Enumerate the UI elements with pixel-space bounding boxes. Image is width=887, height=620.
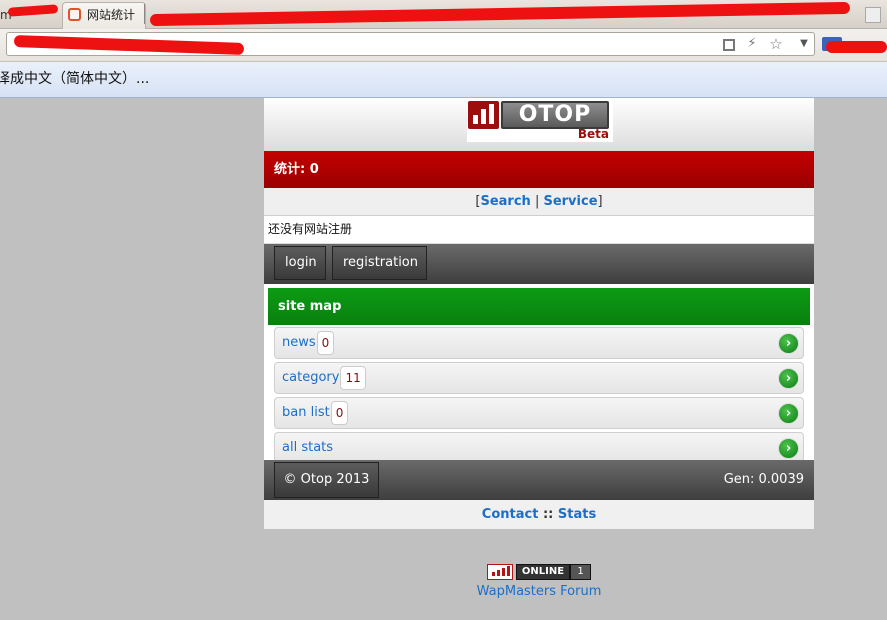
translate-infobar-text: 译成中文（简体中文）... bbox=[0, 71, 150, 87]
menu-item-label: category bbox=[282, 370, 340, 385]
site-map-header: site map bbox=[268, 288, 810, 325]
browser-toolbar: ⚡ ☆ ▼ bbox=[0, 29, 887, 62]
count-badge: 0 bbox=[316, 330, 335, 355]
site-header: OTOP Beta bbox=[264, 98, 814, 151]
search-link[interactable]: Search bbox=[480, 194, 530, 209]
logo-wordmark: OTOP bbox=[501, 101, 609, 129]
browser-tab-bar: m 网站统计 bbox=[0, 0, 887, 29]
menu-item-label: news bbox=[282, 335, 316, 350]
redaction-mark bbox=[826, 41, 887, 53]
chevron-right-icon: › bbox=[778, 438, 799, 459]
registration-button[interactable]: registration bbox=[332, 246, 427, 280]
favicon-icon bbox=[68, 8, 81, 21]
chevron-right-icon: › bbox=[778, 403, 799, 424]
generation-time: Gen: 0.0039 bbox=[723, 472, 804, 487]
link-separator: :: bbox=[538, 507, 558, 522]
logo-beta-badge: Beta bbox=[577, 127, 609, 141]
service-link[interactable]: Service bbox=[543, 194, 597, 209]
bookmark-star-icon[interactable]: ☆ bbox=[769, 37, 783, 52]
bar-chart-icon bbox=[487, 564, 513, 580]
window-control-icon[interactable] bbox=[865, 7, 881, 23]
chevron-right-icon: › bbox=[778, 333, 799, 354]
bottom-links: Contact :: Stats bbox=[264, 500, 814, 529]
no-sites-notice: 还没有网站注册 bbox=[264, 216, 814, 244]
top-links: [Search | Service] bbox=[264, 188, 814, 216]
bracket-close: ] bbox=[597, 194, 603, 209]
bar-chart-icon bbox=[468, 101, 499, 129]
login-button[interactable]: login bbox=[274, 246, 326, 280]
menu-item-news[interactable]: news 0 › bbox=[274, 327, 804, 359]
contact-link[interactable]: Contact bbox=[482, 507, 539, 522]
menu-item-label: ban list bbox=[282, 405, 330, 420]
site-logo[interactable]: OTOP Beta bbox=[467, 99, 613, 142]
tab-divider bbox=[144, 4, 145, 24]
online-count: 1 bbox=[570, 564, 591, 580]
menu-item-label: all stats bbox=[282, 440, 334, 455]
auth-bar: login registration bbox=[264, 244, 814, 284]
count-badge: 0 bbox=[330, 400, 349, 425]
translate-infobar: 译成中文（简体中文）... bbox=[0, 62, 887, 98]
online-label: ONLINE bbox=[516, 564, 570, 580]
menu-item-ban-list[interactable]: ban list 0 › bbox=[274, 397, 804, 429]
link-separator: | bbox=[530, 194, 544, 209]
site-map-panel: site map news 0 › category 11 › ban list 0 … bbox=[264, 284, 814, 464]
chevron-right-icon: › bbox=[778, 368, 799, 389]
redaction-mark bbox=[149, 1, 851, 27]
browser-tab-active[interactable]: 网站统计 bbox=[62, 2, 146, 29]
stats-count: 统计: 0 bbox=[274, 162, 319, 177]
stats-banner: 统计: 0 bbox=[264, 151, 814, 188]
count-badge: 11 bbox=[340, 365, 366, 390]
page-container: OTOP Beta 统计: 0 [Search | Service] 还没有网站… bbox=[264, 98, 814, 529]
stats-link[interactable]: Stats bbox=[558, 507, 596, 522]
wapmasters-forum-link[interactable]: WapMasters Forum bbox=[464, 584, 614, 599]
qr-code-icon[interactable] bbox=[723, 39, 735, 51]
page-footer: © Otop 2013 Gen: 0.0039 bbox=[264, 460, 814, 500]
lightning-icon[interactable]: ⚡ bbox=[745, 37, 759, 51]
tab-title: 网站统计 bbox=[87, 8, 136, 22]
menu-item-category[interactable]: category 11 › bbox=[274, 362, 804, 394]
dropdown-arrow-icon[interactable]: ▼ bbox=[797, 37, 811, 51]
online-counter[interactable]: ONLINE 1 bbox=[487, 564, 591, 580]
copyright-text: © Otop 2013 bbox=[274, 462, 379, 498]
